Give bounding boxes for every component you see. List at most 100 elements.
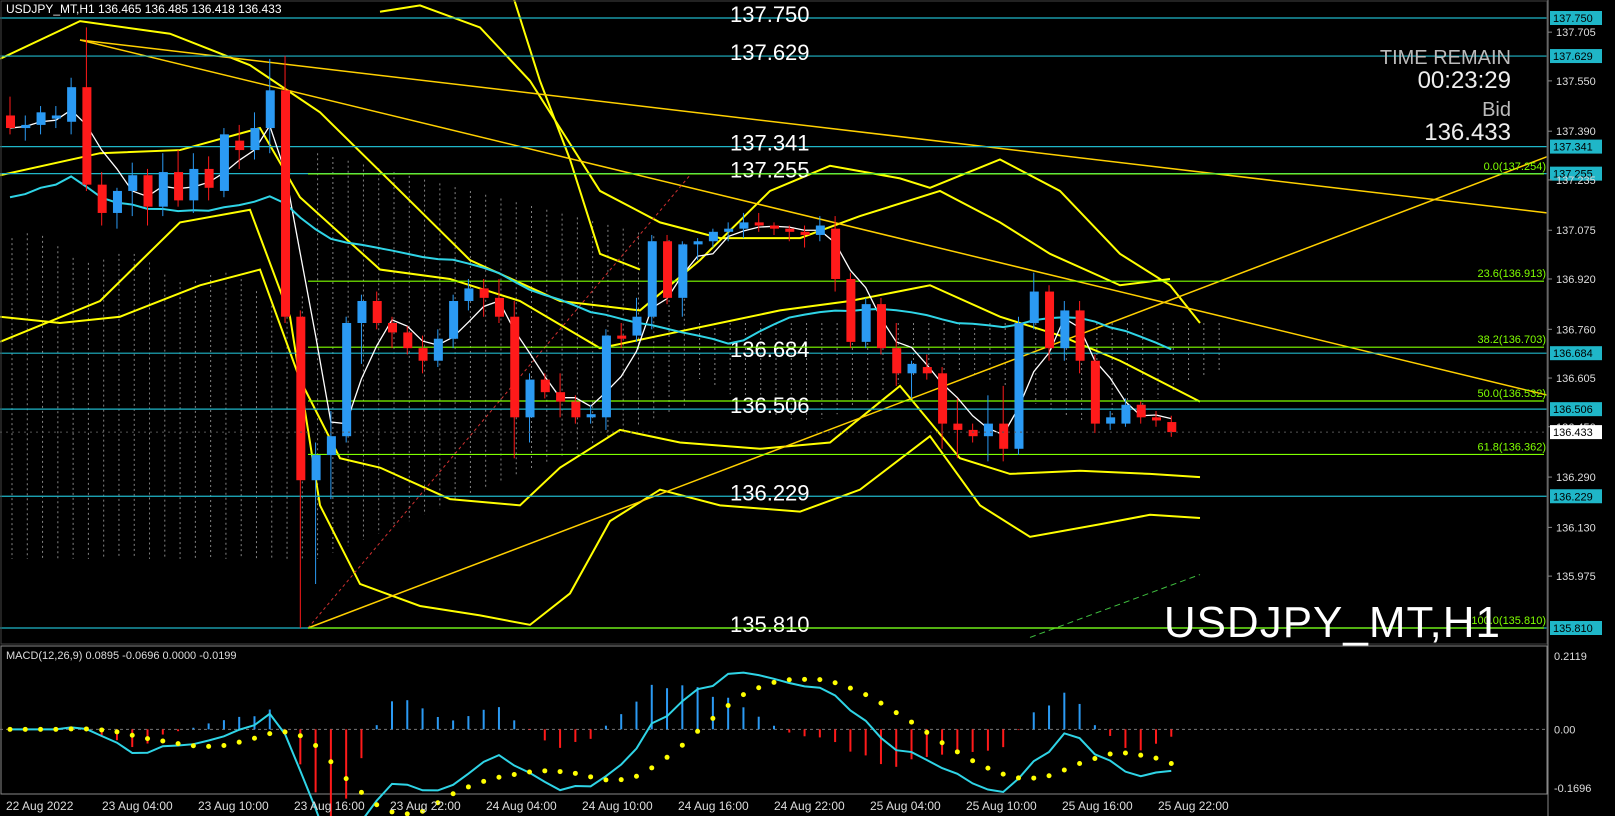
macd-signal-dot [114, 729, 120, 735]
macd-signal-dot [1168, 760, 1174, 766]
price-tick-label: 136.290 [1556, 472, 1596, 484]
candle-body [128, 175, 138, 191]
time-tick-label: 23 Aug 22:00 [390, 799, 461, 813]
candle-body [67, 87, 77, 122]
candle-body [861, 304, 871, 342]
fib-label: 61.8(136.362) [1478, 441, 1547, 453]
level-label: 137.629 [730, 40, 810, 65]
macd-signal-dot [649, 765, 655, 771]
macd-signal-dot [1015, 775, 1021, 781]
level-label: 136.506 [730, 393, 810, 418]
price-tick-label: 137.075 [1556, 225, 1596, 237]
macd-signal-dot [939, 740, 945, 746]
candle-body [525, 379, 535, 418]
candle-body [1075, 310, 1085, 361]
level-label: 137.750 [730, 2, 810, 27]
candle-body [678, 244, 688, 298]
fib-baseline [307, 174, 691, 629]
macd-signal-dot [175, 741, 181, 747]
macd-signal-dot [1138, 752, 1144, 758]
candle-body [174, 172, 184, 201]
level-axis-value: 137.750 [1553, 13, 1593, 25]
macd-signal-dot [7, 726, 13, 732]
candle-body [281, 90, 291, 317]
candle-body [617, 335, 627, 339]
trading-chart[interactable]: 137.750 137.750 137.629 137.629 137.341 137.3… [0, 0, 1615, 816]
candle-body [556, 392, 566, 402]
symbol-watermark: USDJPY_MT,H1 [1163, 598, 1501, 647]
ma-fast-line [9, 109, 1172, 436]
time-axis: 22 Aug 2022 23 Aug 04:00 23 Aug 10:00 23 Au… [6, 799, 1229, 813]
candle-body [1045, 291, 1055, 349]
macd-signal-dot [129, 732, 135, 738]
macd-signal-dot [1046, 773, 1052, 779]
macd-signal-dot [297, 733, 303, 739]
ma-slow-line [9, 175, 1172, 351]
level-axis-value: 137.341 [1553, 142, 1593, 154]
time-tick-label: 24 Aug 16:00 [678, 799, 749, 813]
macd-signal-dot [572, 770, 578, 776]
price-tick-label: 137.390 [1556, 126, 1596, 138]
macd-signal-dot [206, 743, 212, 749]
candle-body [112, 190, 122, 213]
candle-body [647, 241, 657, 317]
level-axis-value: 137.629 [1553, 51, 1593, 63]
macd-signal-dot [160, 738, 166, 744]
macd-signal-dot [847, 685, 853, 691]
candle-body [953, 423, 963, 430]
candle-body [158, 172, 168, 207]
fib-label: 50.0(136.532) [1478, 388, 1547, 400]
candle-body [999, 423, 1009, 449]
price-tick-label: 137.705 [1556, 27, 1596, 39]
candle-body [540, 379, 550, 393]
level-axis-value: 135.810 [1553, 623, 1593, 635]
time-tick-label: 24 Aug 22:00 [774, 799, 845, 813]
candle-body [846, 278, 856, 342]
candle-body [1106, 417, 1116, 424]
macd-signal-dot [99, 727, 105, 733]
macd-signal-dot [771, 679, 777, 685]
macd-signal-dot [1061, 767, 1067, 773]
macd-signal-dot [282, 729, 288, 735]
candle-body [418, 348, 428, 361]
price-tick-label: 136.605 [1556, 373, 1596, 385]
candle-body [479, 288, 489, 298]
macd-signal-dot [970, 758, 976, 764]
candle-body [6, 115, 15, 129]
price-tick-label: 136.130 [1556, 522, 1596, 534]
fib-label: 38.2(136.703) [1478, 334, 1547, 346]
candle-body [983, 423, 993, 437]
macd-signal-dot [924, 729, 930, 735]
time-tick-label: 22 Aug 2022 [6, 799, 74, 813]
price-tick-label: 136.760 [1556, 324, 1596, 336]
horizontal-levels[interactable]: 137.750 137.750 137.629 137.629 137.341 137.3… [0, 2, 1602, 637]
candle-body [632, 316, 642, 336]
level-axis-value: 136.229 [1553, 491, 1593, 503]
macd-signal-dot [802, 676, 808, 682]
macd-signal-dot [954, 749, 960, 755]
candle-body [189, 168, 199, 201]
candle-body [754, 222, 764, 226]
candle-body [97, 184, 107, 213]
macd-signal-dot [695, 728, 701, 734]
macd-signal-dot [221, 742, 227, 748]
candle-body [770, 225, 779, 229]
candle-body [204, 168, 214, 188]
bid-label: Bid [1482, 99, 1511, 121]
candle-body [326, 436, 336, 456]
level-label: 135.810 [730, 612, 810, 637]
ichimoku-cloud [11, 153, 1220, 559]
macd-signal-dot [496, 774, 502, 780]
price-tick-label: 136.920 [1556, 274, 1596, 286]
trendline-lower [307, 155, 1549, 629]
candle-body [296, 316, 306, 481]
time-tick-label: 24 Aug 04:00 [486, 799, 557, 813]
macd-signal-dot [68, 726, 74, 732]
candle-body [51, 115, 61, 119]
macd-signal-dot [832, 680, 838, 686]
candle-body [785, 228, 795, 232]
macd-signal-dot [786, 677, 792, 683]
main-frame [0, 0, 1548, 645]
candle-body [586, 414, 596, 418]
macd-signal-dot [557, 769, 563, 775]
